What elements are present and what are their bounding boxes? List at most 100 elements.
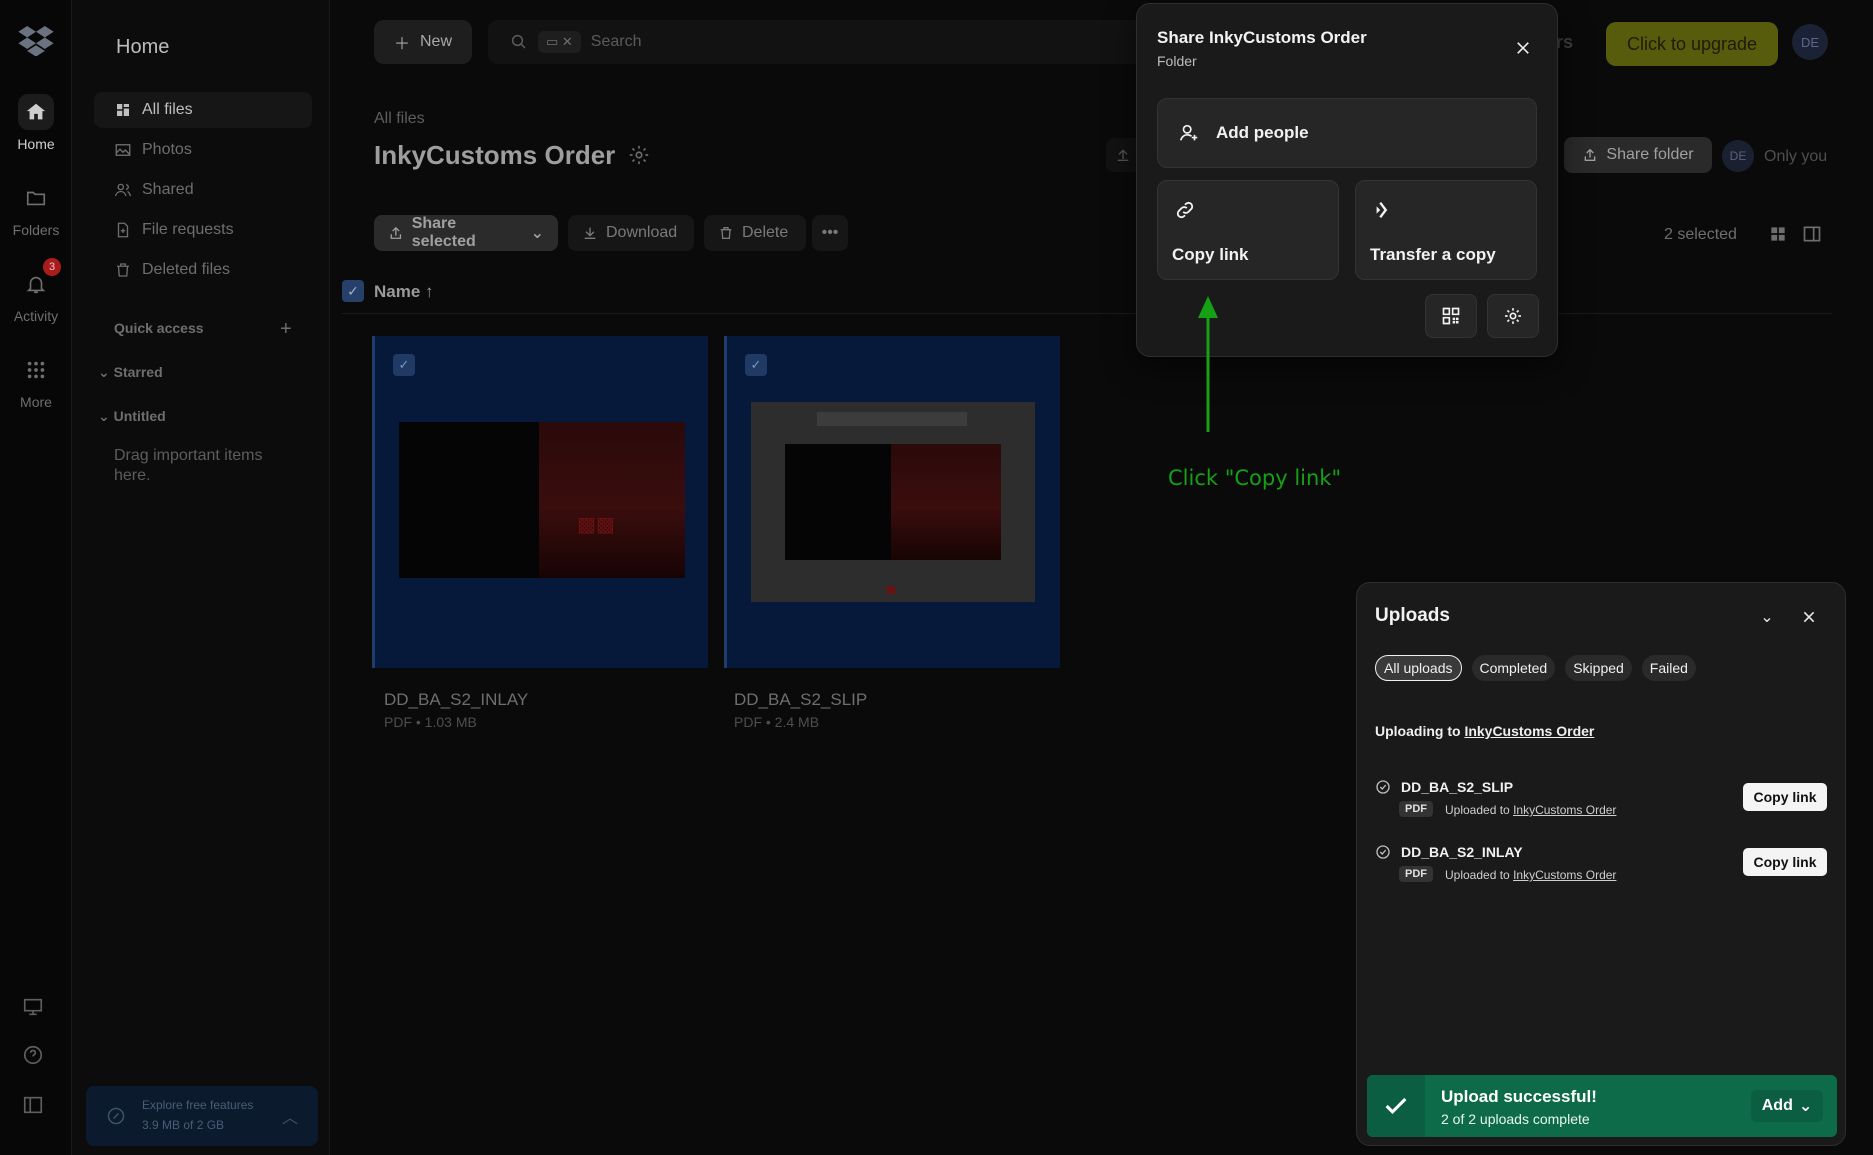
rail-more[interactable]: More <box>0 352 72 410</box>
link-settings-button[interactable] <box>1487 294 1539 338</box>
upload-icon <box>1117 149 1129 161</box>
filter-skipped[interactable]: Skipped <box>1565 655 1632 681</box>
ellipsis-icon: ••• <box>821 224 839 241</box>
share-selected-label: Share selected <box>411 215 476 250</box>
upload-button[interactable] <box>1106 138 1140 172</box>
annotation-arrow-icon <box>1198 296 1218 432</box>
qr-code-icon <box>1442 307 1460 325</box>
sidebar-item-file-requests[interactable]: File requests <box>94 212 312 248</box>
file-thumbnail: ▩▩ <box>399 422 685 578</box>
rail-activity-label: Activity <box>13 308 59 324</box>
member-avatar[interactable]: DE <box>1722 140 1754 172</box>
copy-link-button[interactable]: Copy link <box>1157 180 1339 280</box>
file-checkbox[interactable]: ✓ <box>745 354 767 376</box>
file-thumbnail <box>751 402 1035 602</box>
details-panel-icon[interactable] <box>1802 224 1822 244</box>
transfer-copy-button[interactable]: Transfer a copy <box>1355 180 1537 280</box>
select-all-checkbox[interactable]: ✓ <box>342 280 364 302</box>
rail-home[interactable]: Home <box>0 94 72 152</box>
download-label: Download <box>606 224 678 241</box>
search-icon <box>511 34 526 49</box>
rail-folders[interactable]: Folders <box>0 180 72 238</box>
quick-access-label: Quick access <box>114 320 204 336</box>
share-popover-subtitle: Folder <box>1157 53 1197 69</box>
filter-failed[interactable]: Failed <box>1641 655 1696 681</box>
file-request-icon <box>117 222 129 238</box>
file-meta: PDF • 2.4 MB <box>734 714 820 730</box>
help-icon[interactable] <box>22 1044 50 1072</box>
dropbox-logo-icon[interactable] <box>18 26 54 57</box>
check-circle-icon <box>1376 780 1390 794</box>
left-rail: Home Folders Activity 3 More <box>0 0 72 1155</box>
chevron-down-icon: ⌄ <box>530 225 544 242</box>
destination-folder-link[interactable]: InkyCustoms Order <box>1513 803 1616 817</box>
gear-icon <box>1505 308 1521 324</box>
share-folder-button[interactable]: Share folder <box>1564 137 1712 173</box>
grid-view-icon[interactable] <box>1768 224 1788 244</box>
upgrade-button[interactable]: Click to upgrade <box>1606 22 1778 66</box>
sidebar-item-label: Photos <box>142 141 192 158</box>
copy-link-button[interactable]: Copy link <box>1743 783 1827 811</box>
starred-section[interactable]: ⌄ Starred <box>98 364 163 381</box>
column-name-label: Name <box>374 282 421 301</box>
folder-settings-icon[interactable] <box>628 144 650 166</box>
sidebar-item-shared[interactable]: Shared <box>94 172 312 208</box>
search-input[interactable]: Search <box>591 33 642 51</box>
desktop-app-icon[interactable] <box>22 996 50 1024</box>
destination-folder-link[interactable]: InkyCustoms Order <box>1513 868 1616 882</box>
sidebar-item-deleted-files[interactable]: Deleted files <box>94 252 312 288</box>
instruction-annotation: Click "Copy link" <box>1168 466 1342 490</box>
folder-filter-chip[interactable]: ▭ ✕ <box>538 31 581 53</box>
activity-badge: 3 <box>43 258 61 276</box>
selected-count: 2 selected <box>1664 226 1737 243</box>
close-share-popover-button[interactable] <box>1509 34 1537 62</box>
file-name[interactable]: DD_BA_S2_SLIP <box>734 690 867 710</box>
starred-label: Starred <box>113 364 163 380</box>
files-icon <box>117 104 129 116</box>
sidebar-item-all-files[interactable]: All files <box>94 92 312 128</box>
file-name[interactable]: DD_BA_S2_INLAY <box>384 690 528 710</box>
file-card[interactable]: ✓ ▩▩ <box>372 336 708 668</box>
add-more-button[interactable]: Add ⌄ <box>1751 1090 1823 1122</box>
copy-link-button[interactable]: Copy link <box>1743 848 1827 876</box>
filter-all-uploads[interactable]: All uploads <box>1375 655 1462 681</box>
upload-file-name: DD_BA_S2_SLIP <box>1401 779 1514 795</box>
close-uploads-button[interactable] <box>1797 605 1821 629</box>
share-icon <box>1585 148 1596 161</box>
uploaded-prefix: Uploaded to <box>1445 803 1510 817</box>
more-actions-button[interactable]: ••• <box>812 215 848 251</box>
collapse-uploads-button[interactable]: ⌄ <box>1755 605 1779 629</box>
download-button[interactable]: Download <box>568 215 694 251</box>
trash-icon <box>117 263 129 277</box>
untitled-section[interactable]: ⌄ Untitled <box>98 408 166 425</box>
uploading-to-folder-link[interactable]: InkyCustoms Order <box>1464 723 1594 739</box>
folder-icon <box>18 180 54 216</box>
share-popover-title: Share InkyCustoms Order <box>1157 28 1367 47</box>
toast-title: Upload successful! <box>1441 1087 1597 1106</box>
sidebar-item-photos[interactable]: Photos <box>94 132 312 168</box>
upload-filters: All uploads Completed Skipped Failed <box>1375 655 1696 681</box>
share-selected-button[interactable]: Share selected ⌄ <box>374 215 558 251</box>
add-people-button[interactable]: Add people <box>1157 98 1537 168</box>
app-root: Home Folders Activity 3 More Home All fi… <box>0 0 1873 1155</box>
delete-button[interactable]: Delete <box>704 215 806 251</box>
add-quick-access-icon[interactable]: + <box>280 318 292 341</box>
add-more-label: Add <box>1761 1097 1793 1114</box>
qr-code-button[interactable] <box>1425 294 1477 338</box>
new-button[interactable]: ＋ New <box>374 20 472 64</box>
drag-hint: Drag important items here. <box>114 447 263 484</box>
home-icon <box>18 94 54 130</box>
explore-free-features[interactable]: Explore free features 3.9 MB of 2 GB ︿ <box>86 1086 318 1146</box>
sort-by-name[interactable]: Name ↑ <box>374 282 434 302</box>
file-card[interactable]: ✓ <box>724 336 1060 668</box>
sidebar-title: Home <box>116 36 170 58</box>
breadcrumb[interactable]: All files <box>374 110 425 128</box>
file-checkbox[interactable]: ✓ <box>393 354 415 376</box>
filter-completed[interactable]: Completed <box>1471 655 1556 681</box>
uploads-panel: Uploads ⌄ All uploads Completed Skipped … <box>1356 582 1846 1146</box>
file-type-badge: PDF <box>1399 866 1433 882</box>
collapse-sidebar-icon[interactable] <box>22 1094 50 1122</box>
search-bar[interactable]: ▭ ✕ Search <box>488 20 1188 64</box>
account-avatar[interactable]: DE <box>1792 24 1828 60</box>
rail-activity[interactable]: Activity <box>0 266 72 324</box>
